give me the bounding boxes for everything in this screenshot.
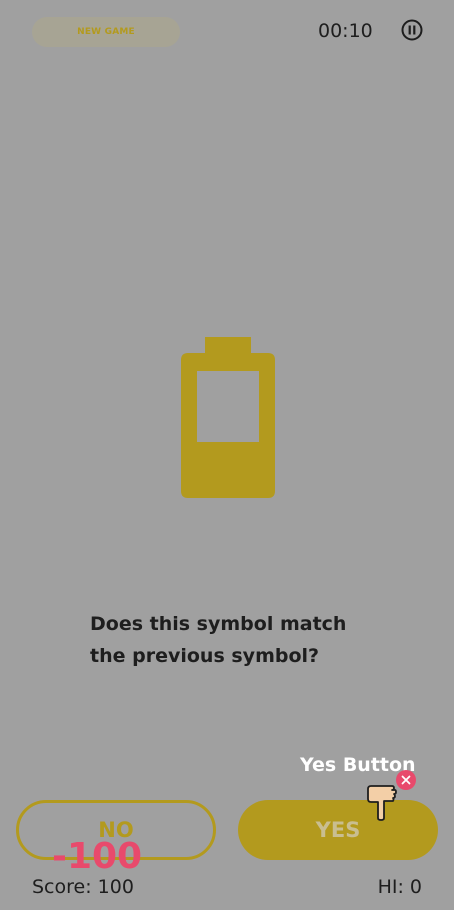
tutorial-close-button[interactable] xyxy=(396,770,416,790)
pointing-hand-icon xyxy=(367,785,397,821)
question-line-2: the previous symbol? xyxy=(90,645,320,667)
yes-button[interactable]: YES xyxy=(238,800,438,860)
timer: 00:10 xyxy=(318,20,373,42)
pause-button[interactable] xyxy=(401,19,423,41)
new-game-button[interactable]: NEW GAME xyxy=(32,17,180,47)
close-icon xyxy=(396,770,416,790)
pause-icon xyxy=(401,19,423,41)
battery-icon xyxy=(181,337,275,498)
question-line-1: Does this symbol match xyxy=(90,613,347,635)
symbol-display xyxy=(180,337,276,499)
question-text: Does this symbol match the previous symb… xyxy=(90,608,360,672)
score-display: Score: 100 xyxy=(32,876,134,898)
high-score-display: HI: 0 xyxy=(377,876,422,898)
tutorial-pointer xyxy=(365,783,397,821)
new-game-label: NEW GAME xyxy=(77,27,135,37)
yes-button-label: YES xyxy=(315,818,361,842)
